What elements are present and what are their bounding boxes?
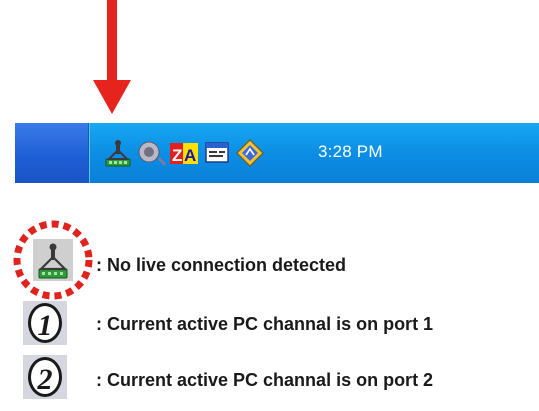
taskbar: Z A 3:28 PM bbox=[15, 123, 539, 183]
svg-text:1: 1 bbox=[38, 309, 53, 342]
legend-row-port-1: 1 : Current active PC channal is on port… bbox=[0, 300, 539, 350]
system-tray: Z A 3:28 PM bbox=[88, 123, 539, 183]
zonealarm-icon[interactable]: Z A bbox=[169, 138, 199, 168]
volume-icon[interactable] bbox=[137, 138, 167, 168]
legend-row-port-2: 2 : Current active PC channal is on port… bbox=[0, 355, 539, 406]
port-1-icon: 1 bbox=[23, 301, 67, 345]
legend-no-connection-text: : No live connection detected bbox=[96, 255, 347, 275]
legend-port-2-text: : Current active PC channal is on port 2 bbox=[96, 370, 434, 390]
diamond-app-icon[interactable] bbox=[235, 138, 265, 168]
svg-text:2: 2 bbox=[37, 363, 53, 396]
svg-text:A: A bbox=[184, 146, 196, 165]
legend-port-1-text: : Current active PC channal is on port 1 bbox=[96, 314, 434, 334]
kvm-network-icon[interactable] bbox=[103, 138, 133, 168]
clock[interactable]: 3:28 PM bbox=[318, 142, 383, 162]
svg-text:Z: Z bbox=[172, 146, 182, 165]
port-2-icon: 2 bbox=[23, 355, 67, 399]
legend-row-no-connection: : No live connection detected bbox=[0, 220, 539, 300]
kvm-no-connection-icon bbox=[13, 220, 93, 300]
window-app-icon[interactable] bbox=[203, 138, 233, 168]
pointer-arrow bbox=[93, 0, 131, 114]
